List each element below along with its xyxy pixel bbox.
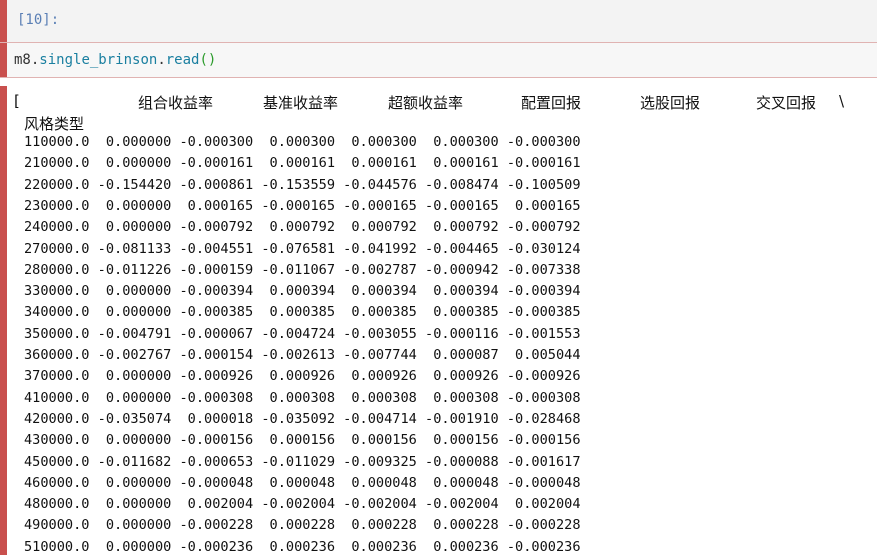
code-attribute-single-brinson: single_brinson xyxy=(39,52,158,68)
cell-selection-bar xyxy=(0,0,7,42)
column-header: 交叉回报 xyxy=(756,94,817,112)
column-header: 选股回报 xyxy=(640,94,701,112)
table-row: 110000.0 0.000000 -0.000300 0.000300 0.0… xyxy=(24,134,581,150)
table-row: 430000.0 0.000000 -0.000156 0.000156 0.0… xyxy=(24,432,581,449)
table-row: 410000.0 0.000000 -0.000308 0.000308 0.0… xyxy=(24,389,581,406)
table-row: 420000.0 -0.035074 0.000018 -0.035092 -0… xyxy=(24,410,581,427)
line-continuation: \ xyxy=(839,92,845,110)
table-row: 230000.0 0.000000 0.000165 -0.000165 -0.… xyxy=(24,197,581,214)
table-row: 280000.0 -0.011226 -0.000159 -0.011067 -… xyxy=(24,261,581,278)
column-header: 配置回报 xyxy=(521,94,582,112)
execution-count-label: [10]: xyxy=(17,12,60,28)
table-row: 270000.0 -0.081133 -0.004551 -0.076581 -… xyxy=(24,240,581,257)
table-row: 360000.0 -0.002767 -0.000154 -0.002613 -… xyxy=(24,347,581,363)
table-row: 220000.0 -0.154420 -0.000861 -0.153559 -… xyxy=(24,176,581,193)
cell-selection-bar-input xyxy=(0,43,7,77)
code-method-read: read xyxy=(165,52,200,68)
code-object: m8 xyxy=(14,52,31,68)
code-parens: () xyxy=(199,52,217,68)
table-row: 450000.0 -0.011682 -0.000653 -0.011029 -… xyxy=(24,453,581,470)
table-row: 210000.0 0.000000 -0.000161 0.000161 0.0… xyxy=(24,155,581,172)
table-row: 330000.0 0.000000 -0.000394 0.000394 0.0… xyxy=(24,283,581,300)
code-dot: . xyxy=(157,52,166,68)
index-name: 风格类型 xyxy=(24,115,85,133)
table-row: 340000.0 0.000000 -0.000385 0.000385 0.0… xyxy=(24,304,581,321)
cell-prompt-area[interactable]: [10]: xyxy=(0,0,877,42)
table-row: 240000.0 0.000000 -0.000792 0.000792 0.0… xyxy=(24,219,581,236)
column-header: 基准收益率 xyxy=(263,94,339,112)
output-open-bracket: [ xyxy=(14,92,20,110)
code-line[interactable]: m8.single_brinson.read() xyxy=(14,52,216,68)
table-row: 490000.0 0.000000 -0.000228 0.000228 0.0… xyxy=(24,517,581,534)
column-header: 超额收益率 xyxy=(388,94,464,112)
table-row: 480000.0 0.000000 0.002004 -0.002004 -0.… xyxy=(24,496,581,513)
table-row: 350000.0 -0.004791 -0.000067 -0.004724 -… xyxy=(24,325,581,342)
output-selection-bar xyxy=(0,86,7,555)
table-row: 370000.0 0.000000 -0.000926 0.000926 0.0… xyxy=(24,368,581,385)
table-row: 510000.0 0.000000 -0.000236 0.000236 0.0… xyxy=(24,538,581,555)
table-row: 460000.0 0.000000 -0.000048 0.000048 0.0… xyxy=(24,474,581,491)
column-header: 组合收益率 xyxy=(138,94,214,112)
